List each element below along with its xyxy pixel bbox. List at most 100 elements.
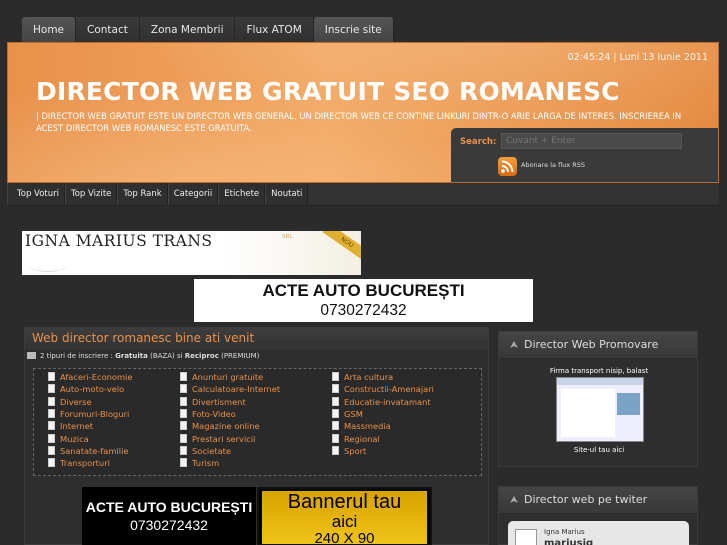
category-label: Societate — [192, 445, 232, 456]
category-link[interactable]: Arta cultura — [332, 372, 393, 382]
nav-flux-atom[interactable]: Flux ATOM — [235, 17, 314, 43]
side2-title: Director web pe twiter — [524, 493, 648, 506]
document-icon — [48, 421, 55, 431]
document-icon — [48, 433, 55, 443]
category-link[interactable]: Magazine online — [180, 421, 260, 431]
document-icon — [180, 458, 187, 468]
subnav-categorii[interactable]: Categorii — [167, 183, 219, 205]
subnav-top-voturi[interactable]: Top Voturi — [7, 183, 65, 205]
intro-reciproc: Reciproc — [184, 352, 219, 360]
category-link[interactable]: Transporturi — [48, 458, 110, 468]
subnav-etichete[interactable]: Etichete — [218, 183, 266, 205]
document-icon — [180, 421, 187, 431]
category-label: Auto-moto-velo — [60, 384, 125, 395]
category-link[interactable]: Muzica — [48, 433, 89, 444]
category-link[interactable]: Anunturi gratuite — [180, 372, 263, 382]
rss-icon[interactable] — [498, 157, 517, 176]
category-label: Regional — [344, 433, 380, 444]
thumb-body — [561, 389, 615, 437]
category-link[interactable]: Educatie-invatamant — [332, 396, 431, 407]
ad1-line2: 0730272432 — [130, 517, 208, 533]
document-icon — [48, 458, 55, 468]
category-label: Magazine online — [192, 421, 260, 432]
nav-home[interactable]: Home — [22, 17, 77, 43]
nav-inscrie-site[interactable]: Inscrie site — [313, 17, 394, 43]
category-label: Internet — [60, 421, 93, 432]
banner-igna-marius-trans[interactable]: IGNA MARIUS TRANS SRL NOU — [22, 231, 361, 275]
category-link[interactable]: Regional — [332, 433, 380, 444]
document-icon — [48, 408, 55, 418]
site-ul-link[interactable]: Site-ul tau aici — [499, 446, 699, 454]
category-link[interactable]: Diverse — [48, 396, 92, 407]
side2-header: Director web pe twiter — [499, 487, 697, 514]
category-label: Turism — [192, 458, 220, 469]
category-link[interactable]: Sport — [332, 445, 367, 456]
category-label: Afaceri-Economie — [60, 372, 133, 382]
category-link[interactable]: Prestari servicii — [180, 433, 255, 444]
site-title[interactable]: DIRECTOR WEB GRATUIT SEO ROMANESC — [36, 77, 620, 106]
ad1-line1: ACTE AUTO BUCUREȘTI — [85, 499, 253, 515]
category-link[interactable]: Divertisment — [180, 396, 246, 407]
side1-title: Director Web Promovare — [524, 338, 659, 351]
rss-link[interactable]: Abonare la flux RSS — [521, 161, 585, 169]
subnav-top-rank[interactable]: Top Rank — [117, 183, 168, 205]
search-label: Search: — [460, 137, 497, 147]
twitter-handle[interactable]: mariusig — [544, 538, 593, 545]
document-icon — [180, 372, 187, 381]
category-label: Transporturi — [60, 458, 110, 469]
document-icon — [48, 445, 55, 455]
banner-acte-auto[interactable]: ACTE AUTO BUCUREȘTI 0730272432 — [194, 279, 533, 322]
category-link[interactable]: Societate — [180, 445, 232, 456]
site-header: 02:45:24 | Luni 13 Iunie 2011 DIRECTOR W… — [7, 42, 719, 183]
document-icon — [48, 384, 55, 394]
intro-suffix: (PREMIUM) — [218, 352, 260, 360]
category-list: Afaceri-Economie Auto-moto-velo Diverse For… — [33, 368, 482, 476]
category-link[interactable]: Sanatate-familie — [48, 445, 129, 456]
category-link[interactable]: Constructii-Amenajari — [332, 384, 434, 394]
category-link[interactable]: Internet — [48, 421, 93, 431]
category-link[interactable]: Massmedia — [332, 421, 391, 431]
search-box: Search: Abonare la flux RSS — [451, 128, 718, 182]
document-icon — [332, 384, 339, 394]
ad2-line1: Bannerul tau — [287, 491, 402, 513]
category-label: Arta cultura — [344, 372, 394, 382]
firma-link[interactable]: Firma transport nisip, balast — [499, 367, 699, 375]
category-label: Diverse — [60, 396, 92, 407]
thumb-image — [617, 393, 640, 415]
category-label: Anunturi gratuite — [192, 372, 264, 382]
category-link[interactable]: Turism — [180, 458, 219, 468]
ad-acte-auto[interactable]: ACTE AUTO BUCUREȘTI 0730272432 — [82, 487, 256, 545]
category-link[interactable]: Forumuri-Bloguri — [48, 408, 129, 419]
banner2-line2: 0730272432 — [320, 302, 407, 319]
category-link[interactable]: Foto-Video — [180, 408, 236, 419]
document-icon — [48, 396, 55, 406]
document-icon — [332, 396, 339, 406]
ad2-inner: Bannerul tau aici 240 X 90 — [262, 491, 427, 544]
document-icon — [48, 372, 55, 381]
side1-header: Director Web Promovare — [499, 332, 697, 359]
category-link[interactable]: Calculatoare-Internet — [180, 384, 280, 394]
main-panel: Web director romanesc bine ati venit 2 t… — [24, 327, 489, 545]
category-link[interactable]: Auto-moto-velo — [48, 384, 124, 394]
category-label: Sport — [344, 445, 367, 456]
main-title: Web director romanesc bine ati venit — [32, 331, 255, 345]
avatar — [515, 529, 537, 545]
leaf-icon — [510, 496, 518, 503]
document-icon — [332, 445, 339, 455]
banner2-line1: ACTE AUTO BUCUREȘTI — [262, 281, 465, 300]
subnav-noutati[interactable]: Noutati — [265, 183, 309, 205]
category-link[interactable]: Afaceri-Economie — [48, 372, 132, 382]
site-thumbnail[interactable] — [556, 377, 644, 442]
banner1-ribbon: NOU — [322, 231, 361, 262]
side-panel-promovare: Director Web Promovare Firma transport n… — [498, 331, 698, 467]
category-link[interactable]: GSM — [332, 408, 363, 419]
datetime: 02:45:24 | Luni 13 Iunie 2011 — [567, 52, 708, 63]
nav-zona-membrii[interactable]: Zona Membrii — [139, 17, 236, 43]
twitter-card[interactable]: Igna Marius mariusig — [508, 521, 689, 545]
ad-banner-placeholder[interactable]: Bannerul tau aici 240 X 90 — [257, 487, 432, 545]
subnav-top-vizite[interactable]: Top Vizite — [64, 183, 118, 205]
search-input[interactable] — [501, 133, 682, 149]
nav-contact[interactable]: Contact — [76, 17, 140, 43]
document-icon — [180, 433, 187, 443]
category-label: Calculatoare-Internet — [192, 384, 281, 395]
